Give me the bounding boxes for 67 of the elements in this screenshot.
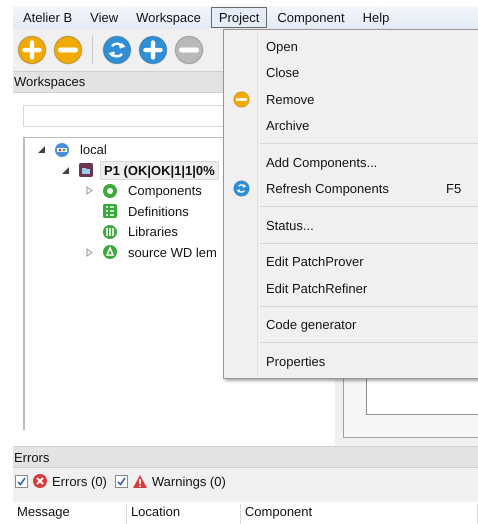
tree-item[interactable]: P1 (OK|OK|1|1|0% [100, 160, 219, 180]
menu-item[interactable]: Code generator [224, 312, 478, 338]
refresh-icon [102, 34, 132, 65]
column-header[interactable]: Location [126, 504, 241, 524]
minus-icon [53, 34, 83, 65]
plus-icon [17, 34, 47, 65]
menu-item-label: Code generator [266, 317, 358, 332]
menu-item[interactable]: Properties [224, 348, 478, 374]
menu-item-label: Close [266, 65, 300, 80]
menu-item-label: Edit PatchRefiner [266, 280, 368, 296]
menu-item[interactable]: Status... [224, 212, 478, 238]
expanded-arrow-icon[interactable] [61, 166, 70, 175]
menu-title[interactable]: Component [269, 6, 353, 28]
menu-item-label: Open [266, 38, 299, 54]
minus-icon [174, 34, 204, 65]
menu-item[interactable]: Open [224, 33, 478, 60]
menu-item-label: Properties [266, 354, 326, 369]
column-header[interactable]: Message [13, 504, 127, 524]
menu-title[interactable]: View [82, 6, 126, 28]
menu-item-label: Remove [266, 92, 316, 107]
menu-title[interactable]: Project [210, 6, 268, 28]
menu-item-label: Status... [266, 218, 315, 233]
source-icon [102, 244, 118, 260]
panel-title: Workspaces [13, 74, 86, 90]
tree-item[interactable]: source WD lem [124, 242, 221, 262]
menu-item[interactable]: Add Components... [224, 149, 478, 176]
collapsed-arrow-icon[interactable] [85, 248, 94, 257]
refresh-icon [232, 180, 250, 198]
collapsed-arrow-icon[interactable] [85, 186, 94, 196]
menu-item-label: Edit PatchProver [266, 254, 365, 270]
folder-icon [78, 162, 94, 178]
menu-item[interactable]: Edit PatchRefiner [224, 275, 478, 302]
list-icon [102, 203, 118, 220]
plus-icon [138, 34, 168, 65]
menu-item[interactable]: Refresh Components F5 [224, 176, 478, 202]
checkbox[interactable] [114, 474, 128, 488]
menu-item[interactable]: Close [224, 60, 478, 86]
menu-title[interactable]: Workspace [128, 6, 209, 28]
minus-button[interactable] [51, 32, 85, 67]
menu-item-label: Refresh Components [266, 181, 390, 196]
globe-icon [54, 142, 70, 158]
checkbox[interactable] [15, 474, 28, 488]
menu-title[interactable]: Help [354, 6, 398, 28]
minus-icon [232, 90, 250, 108]
filter-label: Errors (0) [52, 474, 107, 489]
menu-item[interactable]: Archive [224, 112, 478, 139]
menu-item[interactable]: Remove [224, 86, 478, 112]
menu-item[interactable]: Edit PatchProver [224, 248, 478, 275]
expanded-arrow-icon[interactable] [37, 145, 46, 154]
menu-title[interactable]: Atelier B [15, 6, 80, 28]
tree-item[interactable]: Components [124, 181, 206, 200]
tree-item[interactable]: local [76, 140, 111, 160]
menu-item-label: Archive [266, 118, 310, 134]
panel-title: Errors [13, 450, 50, 465]
plus-button[interactable] [136, 32, 170, 67]
refresh-button[interactable] [100, 32, 134, 67]
tree-item[interactable]: Definitions [124, 202, 193, 221]
menu-item-label: Add Components... [266, 154, 378, 170]
warning-icon [132, 474, 148, 489]
ring-icon [102, 182, 118, 199]
error-icon [32, 473, 48, 490]
shortcut-label: F5 [446, 181, 462, 196]
filter-label: Warnings (0) [152, 474, 226, 489]
tree-item[interactable]: Libraries [124, 222, 182, 242]
books-icon [102, 224, 118, 240]
column-header[interactable]: Component [240, 504, 478, 524]
plus-button[interactable] [15, 32, 49, 67]
